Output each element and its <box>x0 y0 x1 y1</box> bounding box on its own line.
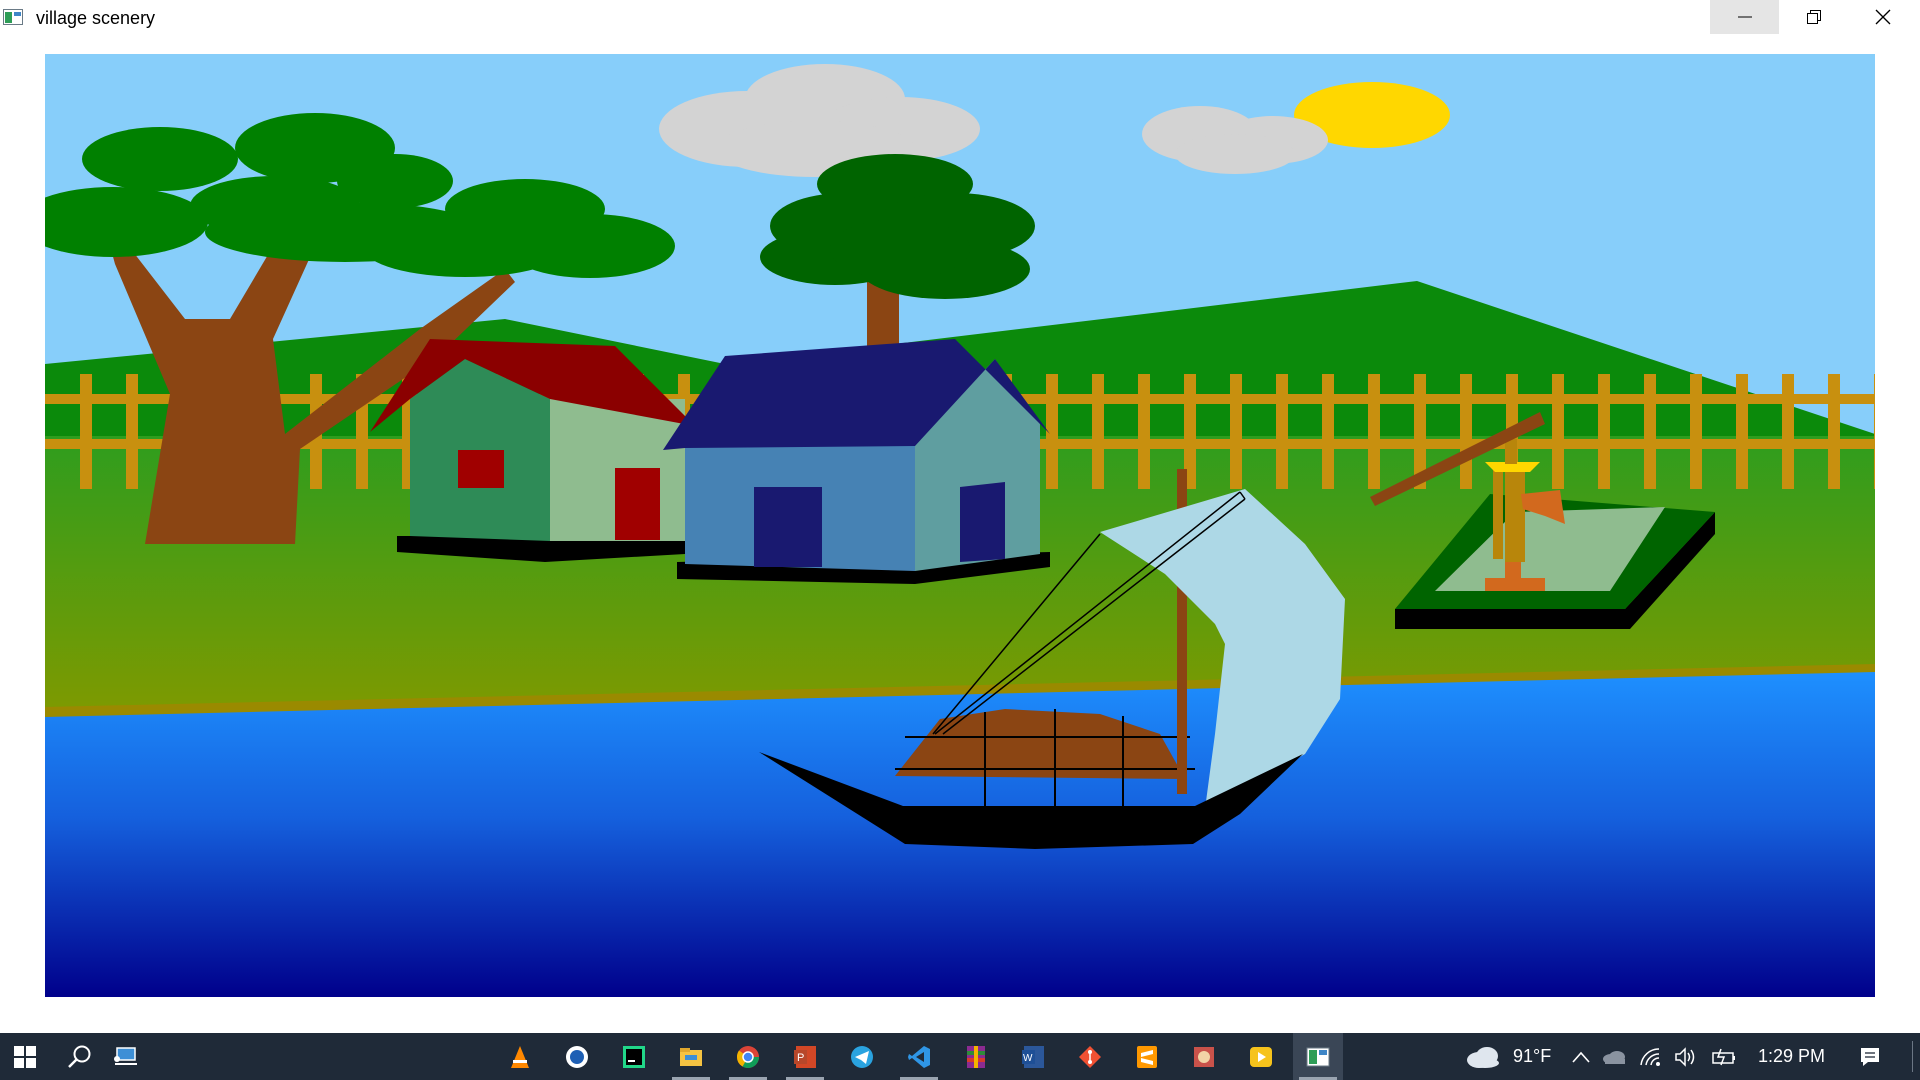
taskbar-app-media-player[interactable] <box>1236 1033 1286 1080</box>
start-button[interactable] <box>0 1033 50 1080</box>
window-title: village scenery <box>36 8 156 28</box>
weather-widget[interactable] <box>1458 1033 1508 1080</box>
taskbar-app-winrar[interactable] <box>951 1033 1001 1080</box>
taskbar-app-telegram[interactable] <box>837 1033 887 1080</box>
window-app-icon[interactable] <box>3 9 23 25</box>
house-blue-roof <box>663 339 1050 584</box>
powerpoint-icon: P <box>794 1045 816 1068</box>
git-icon <box>1079 1045 1101 1068</box>
fence-post <box>1828 374 1840 489</box>
fence-post <box>1230 374 1242 489</box>
taskbar: P W 91°F 1:29 PM <box>0 1033 1920 1080</box>
taskbar-app-vlc[interactable] <box>495 1033 545 1080</box>
fence-post <box>1276 374 1288 489</box>
show-desktop-button[interactable] <box>1912 1041 1913 1072</box>
task-view-icon <box>114 1046 137 1065</box>
fence-post <box>1092 374 1104 489</box>
weather-temperature[interactable]: 91°F <box>1513 1033 1551 1080</box>
taskbar-clock[interactable]: 1:29 PM <box>1758 1033 1825 1080</box>
restore-icon <box>1806 10 1821 24</box>
svg-text:W: W <box>1023 1053 1033 1064</box>
taskbar-app-vscode[interactable] <box>894 1033 944 1080</box>
windows-logo-icon <box>14 1045 36 1068</box>
taskbar-app-browser[interactable] <box>552 1033 602 1080</box>
taskbar-app-app[interactable] <box>1179 1033 1229 1080</box>
vscode-icon <box>908 1045 930 1068</box>
battery-button[interactable] <box>1703 1033 1745 1080</box>
close-icon <box>1875 9 1890 25</box>
fence-post <box>1598 374 1610 489</box>
fence-post <box>1552 374 1564 489</box>
scenery-canvas <box>45 54 1875 997</box>
fence-post <box>80 374 92 489</box>
fence-post <box>1322 374 1334 489</box>
taskbar-app-word[interactable]: W <box>1008 1033 1058 1080</box>
speaker-icon <box>1675 1046 1695 1067</box>
onedrive-cloud-icon <box>1603 1050 1625 1064</box>
app-window: village scenery <box>0 0 1920 1033</box>
taskbar-app-git[interactable] <box>1065 1033 1115 1080</box>
restore-button[interactable] <box>1779 0 1848 34</box>
cloud-icon <box>1467 1046 1499 1068</box>
battery-charging-icon <box>1712 1048 1735 1065</box>
app-icon <box>1194 1046 1214 1067</box>
volume-button[interactable] <box>1665 1033 1707 1080</box>
taskbar-app-chrome[interactable] <box>723 1033 773 1080</box>
word-icon: W <box>1022 1045 1044 1068</box>
close-button[interactable] <box>1848 0 1917 34</box>
file-explorer-icon <box>680 1047 702 1066</box>
taskbar-app-pycharm[interactable] <box>609 1033 659 1080</box>
fence-post <box>1782 374 1794 489</box>
minimize-button[interactable] <box>1710 0 1779 34</box>
taskbar-app-file-explorer[interactable] <box>666 1033 716 1080</box>
fence-post <box>1736 374 1748 489</box>
media-player-icon <box>1250 1046 1272 1067</box>
fence-post <box>126 374 138 489</box>
telegram-icon <box>851 1045 873 1068</box>
winrar-icon <box>967 1045 985 1068</box>
vlc-icon <box>511 1045 529 1068</box>
chevron-up-icon <box>1572 1051 1590 1063</box>
fence-post <box>1874 374 1875 489</box>
taskbar-app-sublime[interactable] <box>1122 1033 1172 1080</box>
minimize-icon <box>1737 16 1752 18</box>
village-scenery-app-icon <box>1306 1047 1330 1066</box>
notifications-button[interactable] <box>1845 1033 1895 1080</box>
wifi-icon <box>1640 1047 1660 1066</box>
search-button[interactable] <box>55 1033 105 1080</box>
fence-post <box>1690 374 1702 489</box>
fence-post <box>1460 374 1472 489</box>
browser-icon <box>566 1045 588 1068</box>
fence-post <box>1368 374 1380 489</box>
pycharm-icon <box>623 1045 645 1068</box>
chrome-icon <box>736 1045 759 1068</box>
search-icon <box>68 1045 91 1068</box>
taskbar-app-village-scenery-app[interactable] <box>1293 1033 1343 1080</box>
fence-post <box>1138 374 1150 489</box>
action-center-icon <box>1861 1047 1879 1066</box>
onedrive-button[interactable] <box>1593 1033 1635 1080</box>
title-bar[interactable]: village scenery <box>0 0 1920 37</box>
svg-text:P: P <box>797 1052 804 1064</box>
sublime-icon <box>1137 1045 1157 1068</box>
taskbar-app-powerpoint[interactable]: P <box>780 1033 830 1080</box>
task-view-button[interactable] <box>100 1033 150 1080</box>
fence-post <box>1644 374 1656 489</box>
